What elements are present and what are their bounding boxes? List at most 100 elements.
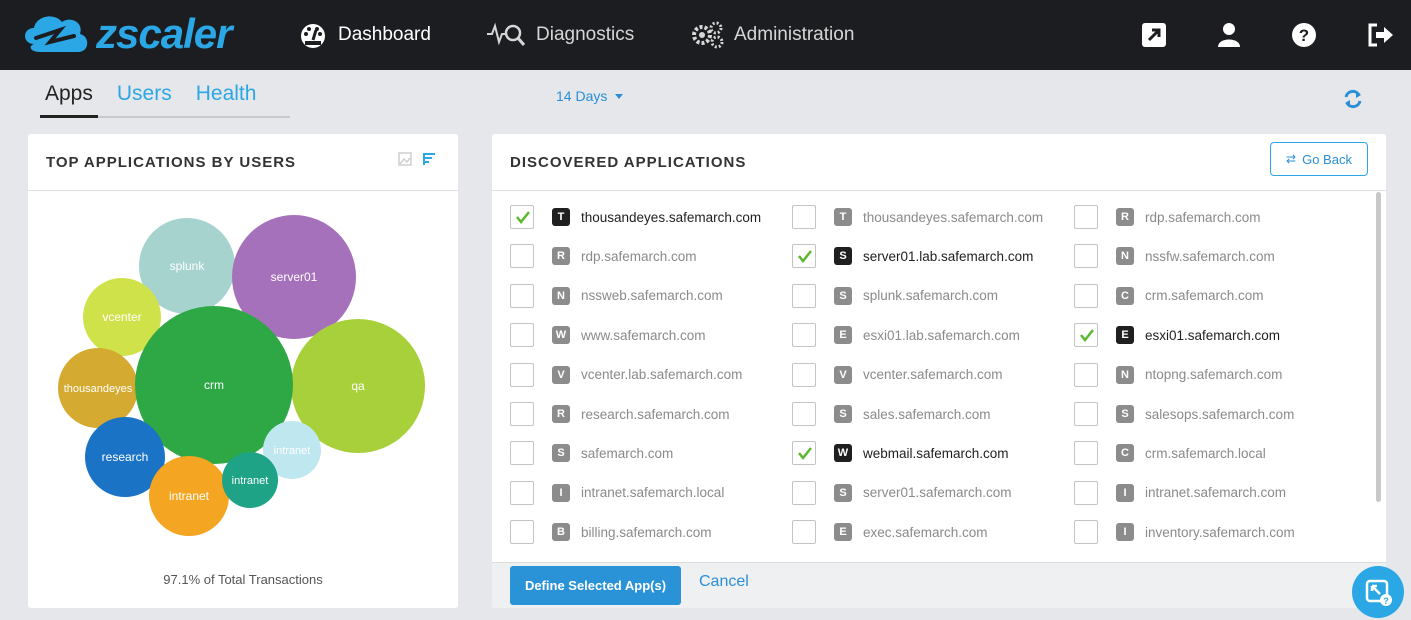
tab-health[interactable]: Health bbox=[191, 80, 262, 116]
app-list-item[interactable]: Nnssfw.safemarch.com bbox=[1074, 242, 1275, 270]
app-name: thousandeyes.safemarch.com bbox=[863, 209, 1044, 225]
app-list-item[interactable]: Vvcenter.safemarch.com bbox=[792, 361, 1003, 389]
app-checkbox[interactable] bbox=[510, 362, 534, 387]
app-list-item[interactable]: Eexec.safemarch.com bbox=[792, 518, 988, 546]
diagnostics-search-icon bbox=[487, 22, 526, 46]
app-checkbox[interactable] bbox=[510, 244, 534, 269]
nav-diagnostics[interactable]: Diagnostics bbox=[486, 0, 634, 70]
app-initial-badge: E bbox=[1116, 326, 1134, 345]
app-checkbox[interactable] bbox=[792, 441, 816, 466]
zscaler-logo[interactable]: zscaler bbox=[20, 8, 232, 60]
app-initial-badge: E bbox=[834, 523, 852, 542]
app-list-item[interactable]: Ssplunk.safemarch.com bbox=[792, 282, 998, 310]
time-range-dropdown[interactable]: 14 Days bbox=[556, 88, 624, 104]
app-checkbox[interactable] bbox=[792, 283, 816, 308]
app-list-item[interactable]: Eesxi01.lab.safemarch.com bbox=[792, 321, 1020, 349]
app-checkbox[interactable] bbox=[792, 520, 816, 545]
define-selected-apps-button[interactable]: Define Selected App(s) bbox=[510, 566, 681, 605]
scrollbar[interactable] bbox=[1376, 192, 1381, 502]
app-name: billing.safemarch.com bbox=[581, 524, 712, 540]
app-checkbox[interactable] bbox=[1074, 520, 1098, 545]
app-checkbox[interactable] bbox=[510, 480, 534, 505]
app-checkbox[interactable] bbox=[510, 520, 534, 545]
logout-button[interactable] bbox=[1366, 20, 1396, 50]
app-checkbox[interactable] bbox=[510, 205, 534, 229]
tab-apps[interactable]: Apps bbox=[40, 80, 98, 118]
app-list-item[interactable]: Nntopng.safemarch.com bbox=[1074, 361, 1282, 389]
app-list-item[interactable]: Tthousandeyes.safemarch.com bbox=[510, 203, 761, 231]
nav-administration[interactable]: Administration bbox=[690, 0, 854, 70]
image-export-icon[interactable] bbox=[398, 152, 412, 166]
app-name: ntopng.safemarch.com bbox=[1145, 367, 1283, 383]
transactions-summary: 97.1% of Total Transactions bbox=[163, 572, 323, 587]
app-list-item[interactable]: Iintranet.safemarch.com bbox=[1074, 479, 1286, 507]
help-button[interactable]: ? bbox=[1289, 20, 1319, 50]
app-initial-badge: V bbox=[552, 365, 570, 384]
app-checkbox[interactable] bbox=[792, 323, 816, 348]
app-checkbox[interactable] bbox=[792, 402, 816, 426]
app-checkbox[interactable] bbox=[510, 441, 534, 466]
app-list-item[interactable]: Ssalesops.safemarch.com bbox=[1074, 400, 1294, 428]
app-list-item[interactable]: Sserver01.lab.safemarch.com bbox=[792, 242, 1033, 270]
app-checkbox[interactable] bbox=[792, 205, 816, 229]
app-checkbox[interactable] bbox=[510, 402, 534, 426]
app-checkbox[interactable] bbox=[1074, 283, 1098, 308]
app-list-item[interactable]: Rrdp.safemarch.com bbox=[1074, 203, 1261, 231]
app-checkbox[interactable] bbox=[1074, 205, 1098, 229]
app-list-item[interactable]: Iinventory.safemarch.com bbox=[1074, 518, 1295, 546]
bubble-label: thousandeyes bbox=[64, 383, 133, 395]
checkmark-icon bbox=[798, 250, 812, 264]
top-applications-title: TOP APPLICATIONS BY USERS bbox=[46, 154, 297, 171]
go-back-button[interactable]: ⇄ Go Back bbox=[1270, 142, 1368, 176]
app-list-item[interactable]: Ccrm.safemarch.com bbox=[1074, 282, 1264, 310]
refresh-button[interactable] bbox=[1342, 88, 1364, 115]
list-view-icon[interactable] bbox=[422, 152, 436, 166]
support-widget-button[interactable]: ? bbox=[1352, 566, 1404, 618]
app-list-item[interactable]: Tthousandeyes.safemarch.com bbox=[792, 203, 1043, 231]
app-checkbox[interactable] bbox=[510, 323, 534, 348]
app-list-item[interactable]: Iintranet.safemarch.local bbox=[510, 479, 724, 507]
app-list-item[interactable]: Rresearch.safemarch.com bbox=[510, 400, 730, 428]
bubble-intranet-orange[interactable]: intranet bbox=[149, 456, 229, 536]
nav-dashboard[interactable]: Dashboard bbox=[298, 0, 431, 70]
bubble-thousandeyes[interactable]: thousandeyes bbox=[58, 348, 138, 428]
external-link-button[interactable] bbox=[1139, 20, 1169, 50]
app-list-item[interactable]: Eesxi01.safemarch.com bbox=[1074, 321, 1280, 349]
cancel-button[interactable]: Cancel bbox=[699, 573, 749, 591]
brand-name: zscaler bbox=[96, 10, 232, 57]
app-checkbox[interactable] bbox=[792, 244, 816, 269]
discovered-applications-title: DISCOVERED APPLICATIONS bbox=[510, 154, 747, 171]
logout-icon bbox=[1368, 23, 1393, 47]
bubble-intranet-teal[interactable]: intranet bbox=[222, 452, 278, 508]
user-profile-button[interactable] bbox=[1214, 20, 1244, 50]
checkmark-icon bbox=[798, 447, 812, 461]
app-checkbox[interactable] bbox=[1074, 441, 1098, 466]
nav-dashboard-label: Dashboard bbox=[338, 24, 431, 45]
app-list-item[interactable]: Wwww.safemarch.com bbox=[510, 321, 706, 349]
go-back-label: Go Back bbox=[1302, 151, 1352, 167]
app-list-item[interactable]: Rrdp.safemarch.com bbox=[510, 242, 697, 270]
time-range-label: 14 Days bbox=[556, 88, 608, 104]
app-checkbox[interactable] bbox=[1074, 244, 1098, 269]
app-list-item[interactable]: Ssafemarch.com bbox=[510, 439, 673, 467]
app-initial-badge: E bbox=[834, 326, 852, 345]
app-list-item[interactable]: Ssales.safemarch.com bbox=[792, 400, 991, 428]
app-checkbox[interactable] bbox=[792, 480, 816, 505]
app-list-item[interactable]: Sserver01.safemarch.com bbox=[792, 479, 1012, 507]
app-checkbox[interactable] bbox=[1074, 402, 1098, 426]
app-initial-badge: S bbox=[834, 405, 852, 423]
app-checkbox[interactable] bbox=[510, 283, 534, 308]
app-checkbox[interactable] bbox=[1074, 480, 1098, 505]
app-list-item[interactable]: Vvcenter.lab.safemarch.com bbox=[510, 361, 742, 389]
discovered-applications-card: DISCOVERED APPLICATIONS ⇄ Go Back Tthous… bbox=[492, 134, 1386, 608]
tab-users[interactable]: Users bbox=[112, 80, 177, 116]
app-checkbox[interactable] bbox=[792, 362, 816, 387]
app-checkbox[interactable] bbox=[1074, 323, 1098, 348]
app-list-item[interactable]: Ccrm.safemarch.local bbox=[1074, 439, 1266, 467]
app-name: webmail.safemarch.com bbox=[863, 445, 1009, 461]
app-list-item[interactable]: Nnssweb.safemarch.com bbox=[510, 282, 723, 310]
app-list-item[interactable]: Wwebmail.safemarch.com bbox=[792, 439, 1009, 467]
app-initial-badge: C bbox=[1116, 286, 1134, 305]
app-list-item[interactable]: Bbilling.safemarch.com bbox=[510, 518, 712, 546]
app-checkbox[interactable] bbox=[1074, 362, 1098, 387]
